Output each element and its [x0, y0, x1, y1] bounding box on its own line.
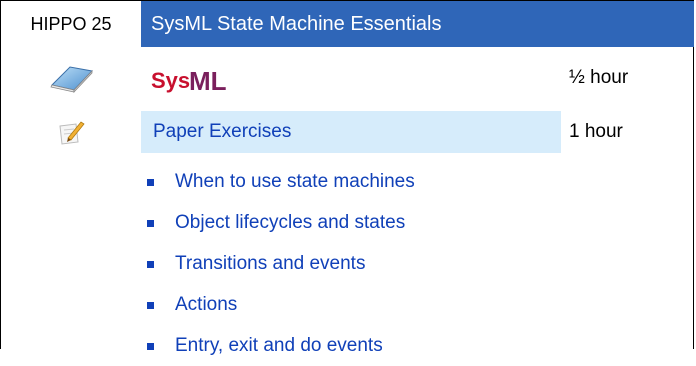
topic-item: When to use state machines: [141, 161, 415, 202]
topic-item: Transitions and events: [141, 243, 415, 284]
svg-text:Sys: Sys: [151, 68, 190, 93]
exercise-duration: 1 hour: [569, 121, 623, 142]
topic-text: When to use state machines: [175, 170, 415, 192]
pencil-paper-icon: [41, 111, 101, 153]
book-icon: [41, 57, 101, 99]
bullet-icon: [147, 179, 154, 186]
topic-item: Entry, exit and do events: [141, 325, 415, 366]
exercise-label-box: Paper Exercises: [141, 111, 561, 153]
topic-list: When to use state machines Object lifecy…: [141, 161, 415, 366]
topic-item: Actions: [141, 284, 415, 325]
lecture-duration: ½ hour: [569, 67, 629, 88]
topic-text: Transitions and events: [175, 252, 366, 274]
module-title: SysML State Machine Essentials: [141, 1, 694, 47]
session-row-lecture: Sys ML ½ hour: [1, 57, 695, 99]
exercise-label: Paper Exercises: [153, 121, 292, 142]
sysml-logo: Sys ML: [151, 61, 229, 97]
topic-item: Object lifecycles and states: [141, 202, 415, 243]
topic-text: Entry, exit and do events: [175, 334, 383, 356]
topic-text: Object lifecycles and states: [175, 211, 406, 233]
bullet-icon: [147, 302, 154, 309]
module-code: HIPPO 25: [30, 13, 112, 34]
bullet-icon: [147, 261, 154, 268]
session-row-exercises: Paper Exercises 1 hour: [1, 111, 695, 153]
bullet-icon: [147, 220, 154, 227]
svg-text:ML: ML: [189, 66, 227, 96]
slide-frame: HIPPO 25 SysML State Machine Essentials …: [0, 0, 695, 356]
module-title-text: SysML State Machine Essentials: [151, 12, 442, 35]
topic-text: Actions: [175, 293, 238, 315]
